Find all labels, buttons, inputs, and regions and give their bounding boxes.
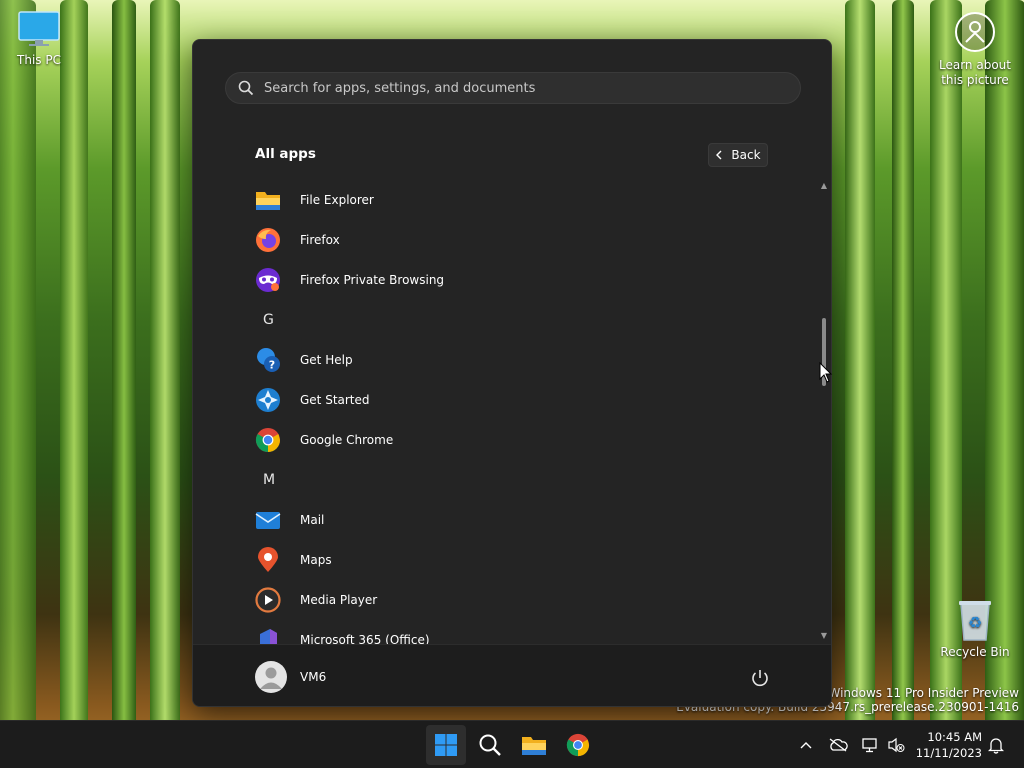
app-label: Media Player <box>300 593 378 607</box>
system-clock[interactable]: 10:45 AM 11/11/2023 <box>910 729 982 761</box>
app-label: Firefox <box>300 233 340 247</box>
start-menu: All apps Back File Explorer <box>192 39 832 707</box>
volume-muted-icon[interactable] <box>886 735 906 755</box>
app-label: Mail <box>300 513 325 527</box>
taskbar-chrome[interactable] <box>558 725 598 765</box>
taskbar-file-explorer[interactable] <box>514 725 554 765</box>
search-input[interactable] <box>264 80 784 96</box>
app-item-media-player[interactable]: Media Player <box>245 580 805 620</box>
spotlight-icon <box>955 12 995 52</box>
app-label: Get Started <box>300 393 370 407</box>
app-item-microsoft-365[interactable]: Microsoft 365 (Office) <box>245 620 805 644</box>
get-started-icon <box>255 387 281 413</box>
desktop-icon-label: This PC <box>17 53 61 67</box>
mail-icon <box>255 507 281 533</box>
app-item-get-started[interactable]: Get Started <box>245 380 805 420</box>
maps-icon <box>255 547 281 573</box>
clock-date: 11/11/2023 <box>915 746 982 760</box>
recycle-bin-icon: ♻ <box>959 601 991 641</box>
app-label: Microsoft 365 (Office) <box>300 633 430 644</box>
app-label: Firefox Private Browsing <box>300 273 445 287</box>
desktop-icon-label: Recycle Bin <box>940 645 1010 659</box>
app-item-firefox[interactable]: Firefox <box>245 220 805 260</box>
app-item-maps[interactable]: Maps <box>245 540 805 580</box>
scroll-up-arrow-icon[interactable]: ▲ <box>820 182 828 190</box>
desktop-icon-this-pc[interactable]: This PC <box>8 10 70 67</box>
firefox-private-icon <box>255 267 281 293</box>
taskbar: 10:45 AM 11/11/2023 <box>0 720 1024 768</box>
start-footer: VM6 <box>193 644 831 706</box>
learn-line2: this picture <box>941 73 1009 87</box>
app-item-firefox-private[interactable]: Firefox Private Browsing <box>245 260 805 300</box>
start-button[interactable] <box>426 725 466 765</box>
all-apps-list: File Explorer Firefox Firefox Private Br… <box>245 180 805 644</box>
app-item-google-chrome[interactable]: Google Chrome <box>245 420 805 460</box>
search-icon <box>238 80 254 96</box>
chrome-icon <box>255 427 281 453</box>
back-button[interactable]: Back <box>708 143 768 167</box>
chevron-left-icon <box>716 150 722 160</box>
folder-icon <box>522 737 546 755</box>
mouse-cursor-icon <box>819 362 833 383</box>
letter-header-g[interactable]: G <box>245 300 805 340</box>
desktop-icon-recycle-bin[interactable]: ♻ Recycle Bin <box>940 598 1010 659</box>
app-label: Google Chrome <box>300 433 394 447</box>
user-name: VM6 <box>300 670 327 684</box>
windows-logo-icon <box>435 734 457 756</box>
back-label: Back <box>731 148 761 162</box>
app-item-mail[interactable]: Mail <box>245 500 805 540</box>
letter-header-m[interactable]: M <box>245 460 805 500</box>
notification-bell-icon[interactable] <box>986 735 1006 755</box>
power-icon[interactable] <box>749 667 771 689</box>
taskbar-search-button[interactable] <box>470 725 510 765</box>
app-label: File Explorer <box>300 193 374 207</box>
network-icon[interactable] <box>860 735 880 755</box>
app-item-get-help[interactable]: ? Get Help <box>245 340 805 380</box>
app-label: Maps <box>300 553 332 567</box>
all-apps-title: All apps <box>255 146 316 162</box>
avatar <box>255 661 287 693</box>
app-item-file-explorer[interactable]: File Explorer <box>245 180 805 220</box>
file-explorer-icon <box>255 187 281 213</box>
chrome-icon <box>566 733 590 757</box>
clock-time: 10:45 AM <box>927 730 982 744</box>
office-icon <box>255 627 281 644</box>
show-hidden-icons-chevron-up-icon[interactable] <box>796 735 816 755</box>
monitor-icon <box>18 11 60 46</box>
learn-line1: Learn about <box>939 58 1011 72</box>
learn-about-picture[interactable]: Learn about this picture <box>936 12 1014 88</box>
firefox-icon <box>255 227 281 253</box>
svg-text:♻: ♻ <box>968 613 982 632</box>
get-help-icon: ? <box>255 347 281 373</box>
onedrive-offline-icon[interactable] <box>828 735 848 755</box>
app-label: Get Help <box>300 353 353 367</box>
app-list-scrollbar[interactable]: ▲ ▼ <box>820 182 828 640</box>
media-player-icon <box>255 587 281 613</box>
scroll-down-arrow-icon[interactable]: ▼ <box>820 632 828 640</box>
search-box[interactable] <box>225 72 801 104</box>
user-account-button[interactable]: VM6 <box>255 661 326 693</box>
svg-text:?: ? <box>269 359 275 372</box>
search-icon <box>479 734 501 756</box>
